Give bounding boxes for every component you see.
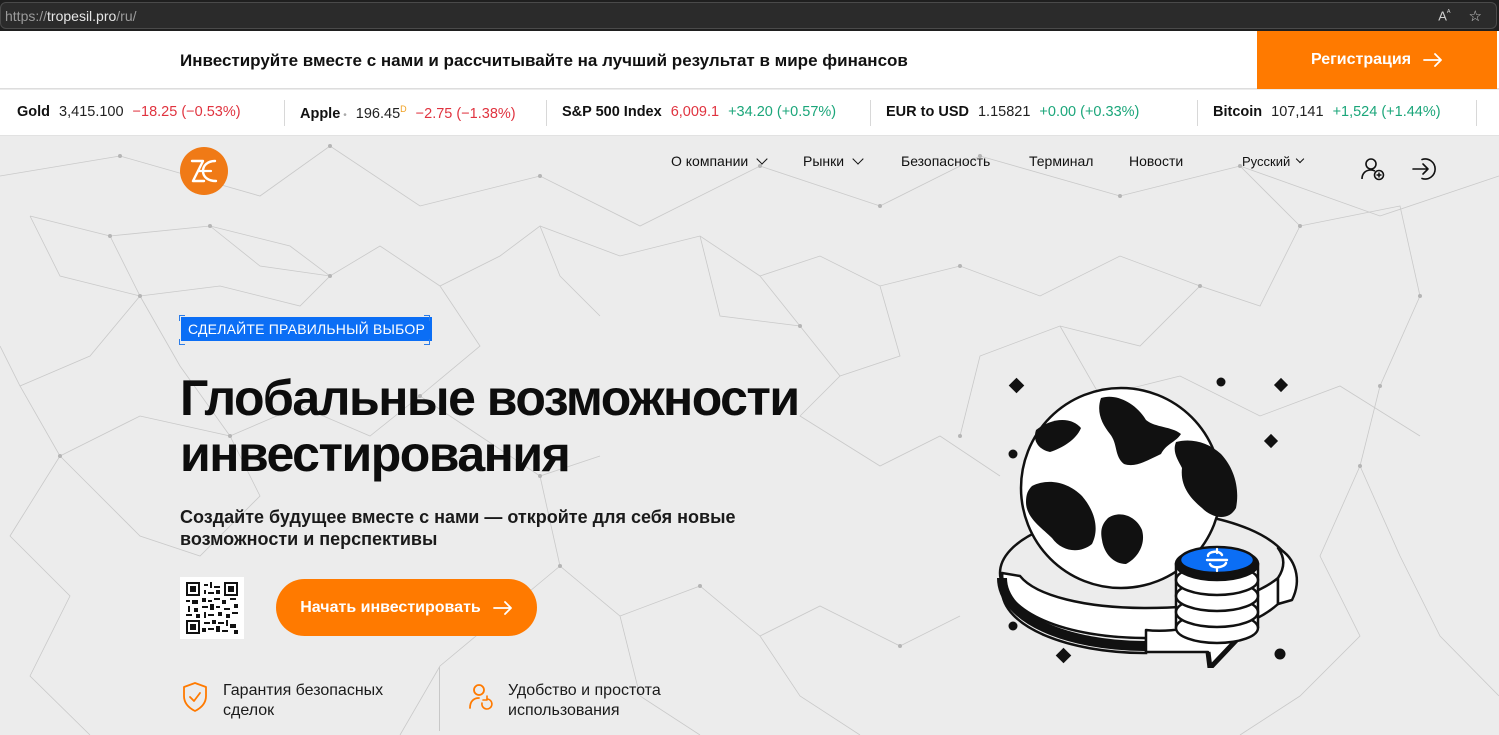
price-ticker: Gold 3,415.100 −18.25 (−0.53%) Apple • 1… — [0, 90, 1499, 136]
ticker-name: Apple — [300, 105, 341, 122]
ticker-divider — [284, 100, 285, 126]
ticker-change: −18.25 (−0.53%) — [132, 104, 241, 120]
ticker-change: +1,524 (+1.44%) — [1332, 104, 1441, 120]
globe-coins-illustration — [997, 377, 1299, 668]
feature-line: использования — [508, 702, 620, 719]
register-button[interactable]: Регистрация — [1257, 31, 1497, 89]
nav-label: Новости — [1129, 153, 1184, 169]
nav-item-about[interactable]: О компании — [671, 152, 768, 169]
hero-badge: СДЕЛАЙТЕ ПРАВИЛЬНЫЙ ВЫБОР — [181, 317, 433, 341]
ticker-divider — [870, 100, 871, 126]
ticker-item-apple[interactable]: Apple • 196.45D −2.75 (−1.38%) — [300, 104, 516, 122]
nav-item-terminal[interactable]: Терминал — [1029, 153, 1093, 169]
address-bar-icons: Aᴬ ☆ — [1438, 7, 1482, 25]
qr-code-icon — [186, 582, 238, 634]
feature-text: Удобство и простота использования — [508, 681, 661, 721]
qr-code[interactable] — [180, 577, 244, 639]
ticker-price: 196.45D — [356, 104, 407, 122]
arrow-right-icon — [492, 600, 512, 615]
nav-item-markets[interactable]: Рынки — [803, 152, 864, 169]
feature-line: Гарантия безопасных — [223, 682, 384, 699]
login-icon[interactable] — [1410, 155, 1438, 183]
dot-icon: • — [343, 109, 347, 121]
ticker-price-value: 196.45 — [355, 105, 401, 122]
ticker-name: S&P 500 Index — [562, 104, 662, 120]
register-label: Регистрация — [1310, 51, 1412, 68]
ticker-item-eurusd[interactable]: EUR to USD 1.15821 +0.00 (+0.33%) — [886, 104, 1139, 120]
chevron-down-icon — [756, 152, 768, 165]
ticker-item-sp500[interactable]: S&P 500 Index 6,009.1 +34.20 (+0.57%) — [562, 104, 836, 120]
nav-item-security[interactable]: Безопасность — [901, 153, 990, 169]
hero-subline: Создайте будущее вместе с нами — откройт… — [180, 507, 736, 549]
sign-in-icon — [1412, 158, 1436, 180]
ticker-divider — [1476, 100, 1477, 126]
user-plus-icon — [1361, 158, 1385, 181]
language-selector[interactable]: Русский — [1242, 153, 1305, 169]
ticker-name: Gold — [17, 104, 51, 120]
feature-safe-deals: Гарантия безопасных сделок — [181, 681, 383, 721]
ticker-change: −2.75 (−1.38%) — [415, 105, 516, 122]
nav-label: Терминал — [1029, 153, 1094, 169]
url-host: tropesil.pro — [47, 7, 117, 24]
promo-text: Инвестируйте вместе с нами и рассчитывай… — [180, 51, 908, 70]
promo-bar: Инвестируйте вместе с нами и рассчитывай… — [0, 31, 1499, 89]
nav-label: Безопасность — [901, 153, 991, 169]
ticker-price: 3,415.100 — [59, 104, 124, 120]
favorite-star-icon[interactable]: ☆ — [1469, 7, 1482, 25]
feature-text: Гарантия безопасных сделок — [223, 681, 383, 721]
url-field[interactable]: https://tropesil.pro/ru/ Aᴬ ☆ — [0, 2, 1497, 29]
ticker-price: 1.15821 — [977, 104, 1031, 120]
hero-section: О компании Рынки Безопасность Терминал Н… — [0, 136, 1499, 735]
register-user-icon[interactable] — [1359, 155, 1387, 183]
url-path: /ru/ — [116, 7, 137, 24]
delayed-marker: D — [400, 104, 407, 114]
ticker-change: +34.20 (+0.57%) — [728, 104, 837, 120]
brand-logo[interactable] — [180, 147, 228, 195]
ticker-divider — [546, 100, 547, 126]
chevron-down-icon — [1296, 154, 1305, 163]
logo-mark-icon — [190, 159, 218, 183]
url-scheme: https:// — [5, 7, 48, 24]
browser-address-bar: https://tropesil.pro/ru/ Aᴬ ☆ — [0, 0, 1499, 31]
feature-line: сделок — [223, 702, 275, 719]
nav-item-news[interactable]: Новости — [1129, 153, 1183, 169]
ticker-item-gold[interactable]: Gold 3,415.100 −18.25 (−0.53%) — [17, 104, 241, 120]
read-aloud-icon[interactable]: Aᴬ — [1438, 8, 1450, 23]
ticker-price: 107,141 — [1271, 104, 1324, 120]
headline-line: Глобальные возможности — [180, 370, 800, 426]
badge-corner — [179, 339, 185, 345]
feature-divider — [439, 667, 440, 731]
hero-headline: Глобальные возможности инвестирования — [180, 370, 800, 482]
feature-ease-of-use: Удобство и простота использования — [466, 681, 661, 721]
shield-check-icon — [183, 682, 207, 712]
ticker-item-bitcoin[interactable]: Bitcoin 107,141 +1,524 (+1.44%) — [1213, 104, 1441, 120]
ticker-name: Bitcoin — [1213, 104, 1263, 120]
chevron-down-icon — [852, 152, 864, 165]
url-text[interactable]: https://tropesil.pro/ru/ — [5, 8, 137, 24]
nav-label: О компании — [671, 153, 749, 169]
ticker-divider — [1197, 100, 1198, 126]
badge-corner — [424, 315, 430, 321]
ticker-name: EUR to USD — [886, 104, 969, 120]
badge-corner — [179, 315, 185, 321]
badge-corner — [424, 339, 430, 345]
feature-line: Удобство и простота — [508, 682, 661, 699]
nav-label: Рынки — [803, 153, 845, 169]
ticker-change: +0.00 (+0.33%) — [1039, 104, 1140, 120]
language-label: Русский — [1242, 153, 1291, 169]
arrow-right-icon — [1423, 53, 1442, 67]
user-refresh-icon — [469, 684, 493, 710]
start-investing-button[interactable]: Начать инвестировать — [276, 579, 537, 636]
ticker-price: 6,009.1 — [670, 104, 720, 120]
cta-label: Начать инвестировать — [300, 598, 481, 616]
headline-line: инвестирования — [180, 426, 571, 482]
